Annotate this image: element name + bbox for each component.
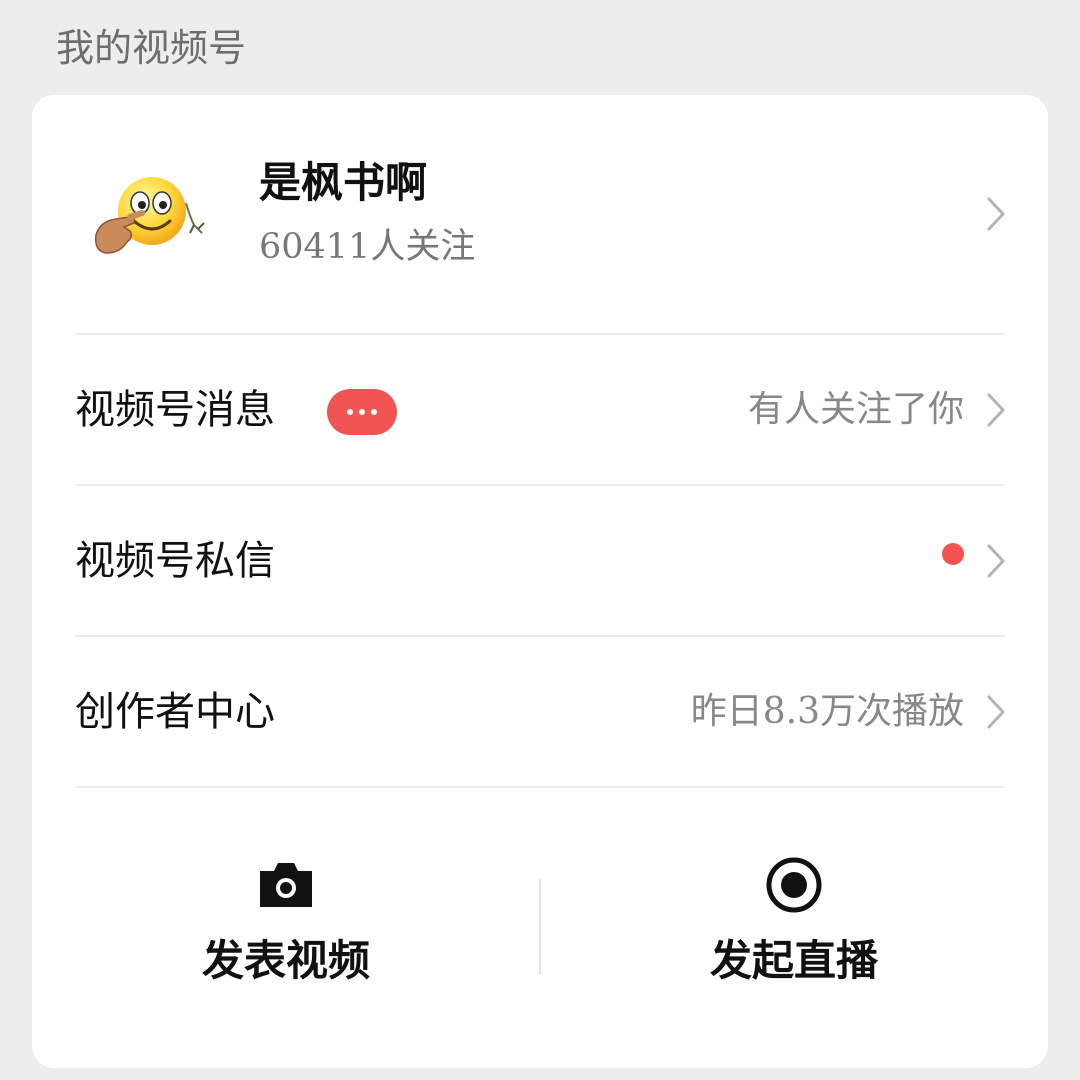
row-label: 创作者中心	[75, 689, 275, 735]
unread-red-dot	[942, 543, 964, 565]
row-label: 视频号消息	[75, 387, 275, 433]
channels-card: 是枫书啊 60411人关注 视频号消息 有人关注了你 视频号私信 创作者中心 昨…	[32, 95, 1048, 1068]
chevron-right-icon	[987, 695, 1005, 729]
row-creator-center[interactable]: 创作者中心 昨日8.3万次播放	[32, 637, 1048, 787]
more-dots-badge	[327, 389, 397, 435]
chevron-right-icon	[987, 544, 1005, 578]
chevron-right-icon	[987, 197, 1005, 231]
row-channel-messages[interactable]: 视频号消息 有人关注了你	[32, 335, 1048, 485]
more-dots-icon	[347, 409, 377, 415]
row-channel-private-messages[interactable]: 视频号私信	[32, 486, 1048, 636]
row-label: 视频号私信	[75, 538, 275, 584]
start-live-button[interactable]: 发起直播	[540, 787, 1048, 1068]
avatar-icon	[94, 177, 205, 254]
row-detail: 昨日8.3万次播放	[690, 691, 964, 732]
post-video-button[interactable]: 发表视频	[32, 787, 540, 1068]
chevron-right-icon	[987, 393, 1005, 427]
live-record-icon	[766, 857, 822, 913]
profile-row[interactable]: 是枫书啊 60411人关注	[32, 95, 1048, 333]
follower-count: 60411人关注	[259, 227, 476, 267]
row-detail: 有人关注了你	[747, 389, 964, 430]
section-title: 我的视频号	[56, 26, 247, 70]
profile-name: 是枫书啊	[259, 158, 428, 207]
action-label: 发起直播	[709, 936, 878, 985]
camera-icon	[260, 863, 312, 907]
action-label: 发表视频	[201, 936, 370, 985]
action-bar: 发表视频 发起直播	[32, 787, 1048, 1068]
